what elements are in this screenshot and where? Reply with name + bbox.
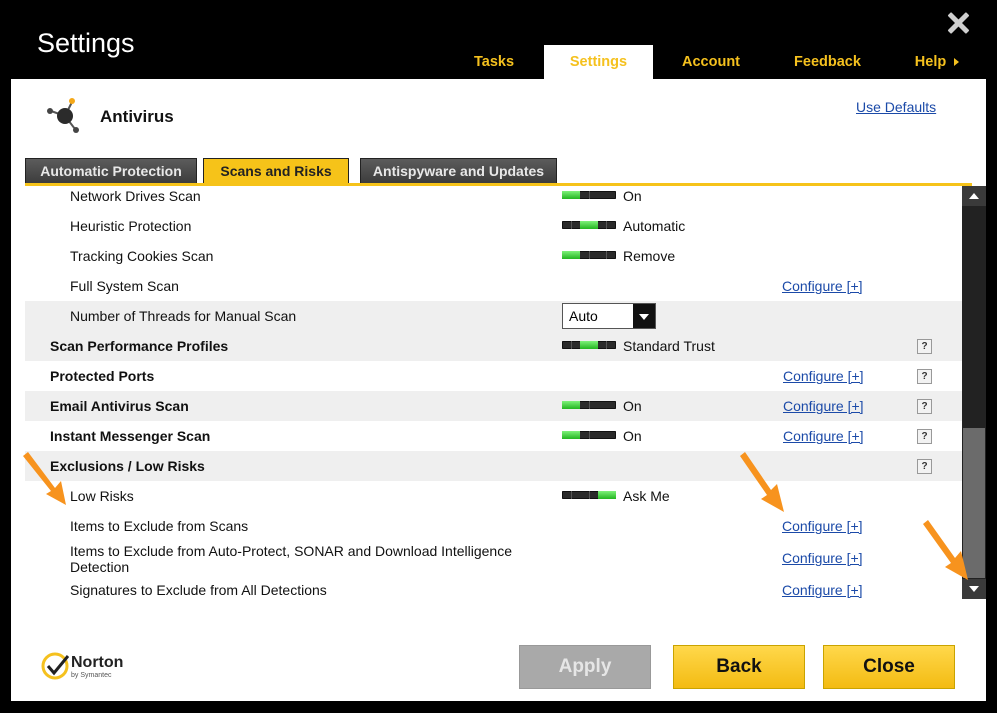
orange-arrow-icon xyxy=(740,452,784,512)
settings-window: Settings Tasks Settings Account Feedback… xyxy=(0,0,997,713)
annotation-arrows xyxy=(23,452,968,580)
orange-arrow-icon xyxy=(23,452,66,505)
orange-arrow-icon xyxy=(923,520,968,580)
